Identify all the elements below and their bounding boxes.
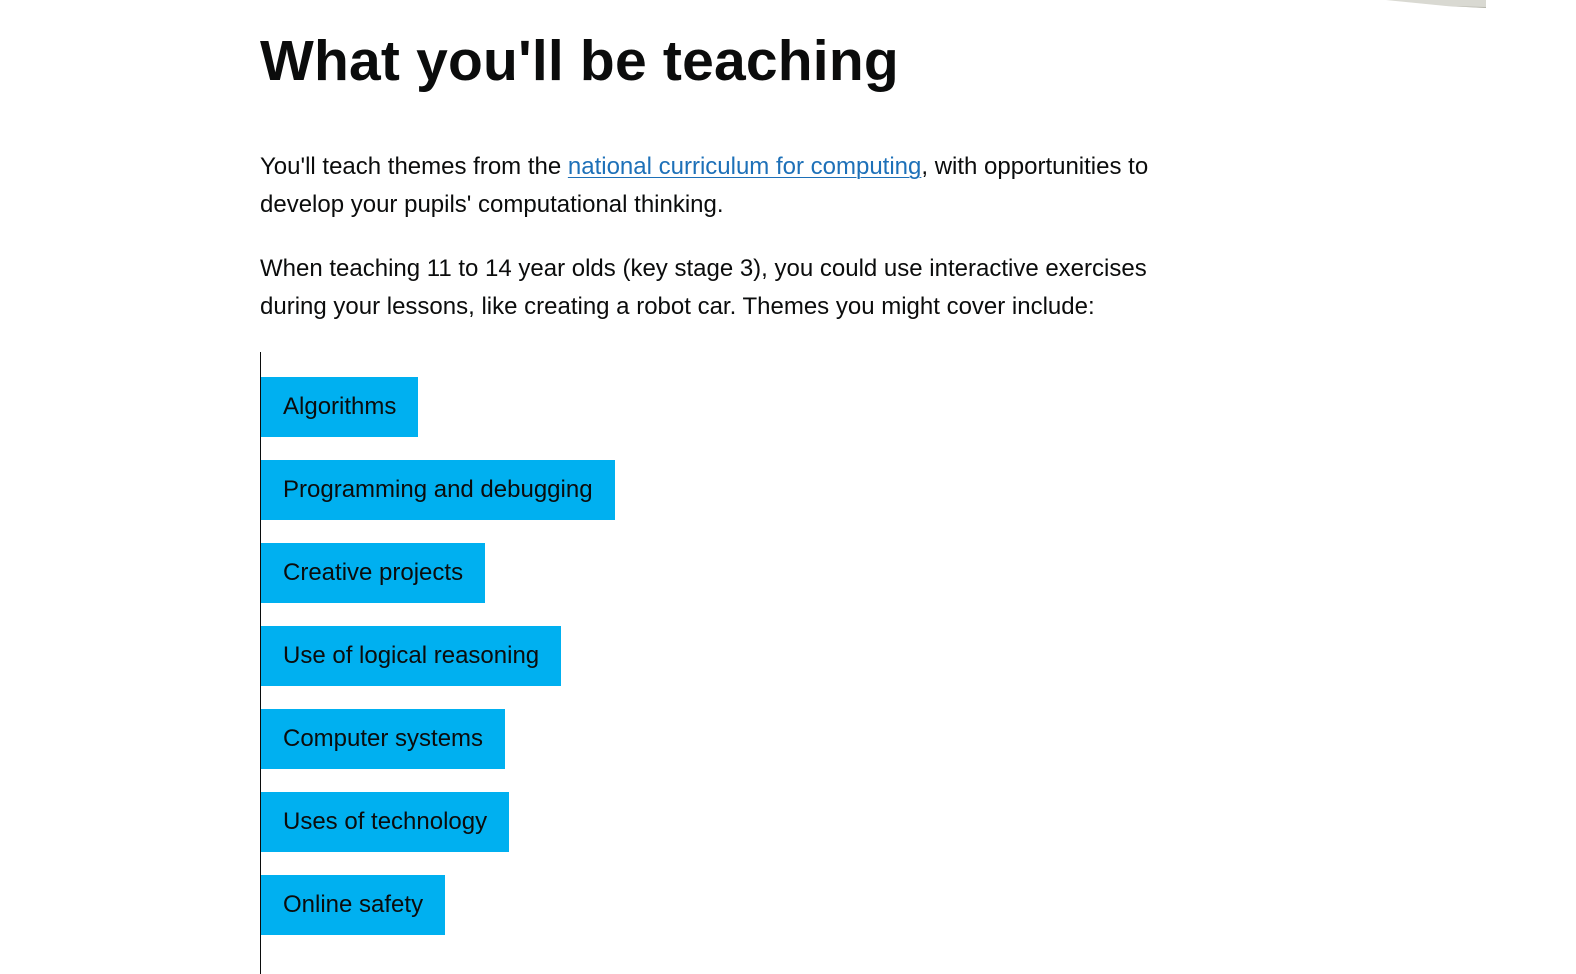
theme-list-item: Computer systems — [261, 709, 1161, 792]
main-content: What you'll be teaching You'll teach the… — [260, 0, 1220, 326]
theme-uses-of-technology: Uses of technology — [261, 792, 510, 852]
themes-list-container: Algorithms Programming and debugging Cre… — [260, 352, 1161, 974]
intro-paragraph: You'll teach themes from the national cu… — [260, 148, 1220, 224]
key-stage-paragraph: When teaching 11 to 14 year olds (key st… — [260, 255, 1147, 320]
theme-list-item: Programming and debugging — [261, 460, 1161, 543]
theme-list-item: Creative projects — [261, 543, 1161, 626]
page-title: What you'll be teaching — [260, 29, 899, 93]
page: What you'll be teaching You'll teach the… — [0, 0, 1576, 974]
theme-programming-and-debugging: Programming and debugging — [261, 460, 615, 520]
theme-list-item: Online safety — [261, 875, 1161, 958]
themes-list: Algorithms Programming and debugging Cre… — [261, 352, 1161, 958]
theme-use-of-logical-reasoning: Use of logical reasoning — [261, 626, 562, 686]
national-curriculum-link[interactable]: national curriculum for computing — [568, 153, 922, 180]
theme-list-item: Use of logical reasoning — [261, 626, 1161, 709]
theme-list-item: Algorithms — [261, 377, 1161, 460]
theme-algorithms: Algorithms — [261, 377, 419, 437]
theme-online-safety: Online safety — [261, 875, 446, 935]
theme-computer-systems: Computer systems — [261, 709, 506, 769]
theme-creative-projects: Creative projects — [261, 543, 486, 603]
intro-text-before-link: You'll teach themes from the — [260, 153, 568, 180]
theme-list-item: Uses of technology — [261, 792, 1161, 875]
decorative-image-edge — [1386, 0, 1486, 8]
